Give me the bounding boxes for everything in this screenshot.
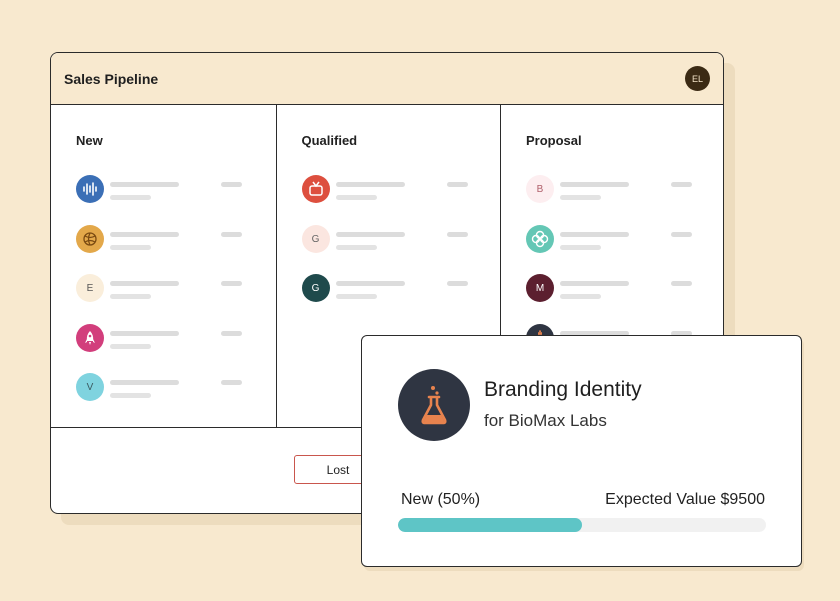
deal-row[interactable]: E — [76, 274, 256, 302]
placeholder-line — [560, 294, 601, 299]
flask-icon — [398, 369, 470, 441]
placeholder-line — [335, 232, 405, 237]
placeholder-line — [335, 294, 377, 299]
window-header: Sales Pipeline EL — [51, 53, 723, 105]
placeholder-line — [335, 182, 405, 187]
deal-row[interactable]: B — [526, 175, 706, 203]
placeholder-line — [110, 245, 151, 250]
company-avatar: G — [301, 225, 330, 253]
placeholder-line — [221, 380, 242, 385]
placeholder-line — [335, 195, 377, 200]
column-title: Qualified — [301, 133, 358, 148]
deal-stage: New (50%) — [401, 491, 481, 508]
placeholder-line — [110, 195, 151, 200]
placeholder-line — [335, 245, 377, 250]
audio-wave-icon — [83, 182, 97, 196]
placeholder-line — [446, 182, 468, 187]
company-avatar: G — [301, 274, 330, 302]
deal-detail-card[interactable]: Branding Identity for BioMax Labs New (5… — [361, 335, 802, 567]
placeholder-line — [110, 393, 151, 398]
flower-icon — [531, 230, 549, 248]
placeholder-line — [335, 281, 405, 286]
placeholder-line — [221, 232, 242, 237]
flower-icon — [526, 225, 554, 253]
placeholder-line — [110, 380, 179, 385]
deal-row[interactable]: G — [301, 274, 482, 302]
placeholder-line — [110, 232, 179, 237]
tv-icon — [301, 175, 330, 203]
rocket-icon — [85, 331, 95, 345]
placeholder-line — [446, 232, 468, 237]
placeholder-line — [221, 182, 242, 187]
deal-row[interactable] — [301, 175, 482, 203]
company-avatar: M — [526, 274, 554, 302]
placeholder-line — [671, 182, 692, 187]
deal-row[interactable] — [76, 324, 256, 352]
company-avatar: B — [526, 175, 554, 203]
company-avatar: E — [76, 274, 104, 302]
column-title: Proposal — [526, 133, 582, 148]
deal-title: Branding Identity — [484, 378, 642, 401]
placeholder-line — [671, 232, 692, 237]
deal-company: for BioMax Labs — [484, 411, 607, 430]
placeholder-line — [560, 245, 601, 250]
placeholder-line — [671, 281, 692, 286]
progress-bar — [398, 518, 766, 532]
placeholder-line — [110, 182, 179, 187]
placeholder-line — [560, 182, 629, 187]
placeholder-line — [560, 232, 629, 237]
placeholder-line — [110, 344, 151, 349]
placeholder-line — [110, 294, 151, 299]
tv-icon — [308, 181, 323, 196]
progress-fill — [398, 518, 582, 532]
audio-wave-icon — [76, 175, 104, 203]
deal-row[interactable] — [76, 175, 256, 203]
placeholder-line — [110, 281, 179, 286]
deal-row[interactable]: M — [526, 274, 706, 302]
placeholder-line — [110, 331, 179, 336]
globe-icon — [76, 225, 104, 253]
placeholder-line — [446, 281, 468, 286]
company-avatar: V — [76, 373, 104, 401]
deal-row[interactable]: G — [301, 225, 482, 253]
placeholder-line — [560, 195, 601, 200]
rocket-icon — [76, 324, 104, 352]
placeholder-line — [221, 331, 242, 336]
placeholder-line — [221, 281, 242, 286]
deal-row[interactable] — [76, 225, 256, 253]
user-avatar[interactable]: EL — [685, 66, 710, 91]
globe-icon — [83, 232, 97, 246]
column-new: New E V — [51, 105, 276, 427]
placeholder-line — [560, 281, 629, 286]
window-title: Sales Pipeline — [64, 70, 159, 87]
expected-value: Expected Value $9500 — [605, 491, 765, 508]
deal-row[interactable] — [526, 225, 706, 253]
deal-row[interactable]: V — [76, 373, 256, 401]
column-title: New — [76, 133, 103, 148]
